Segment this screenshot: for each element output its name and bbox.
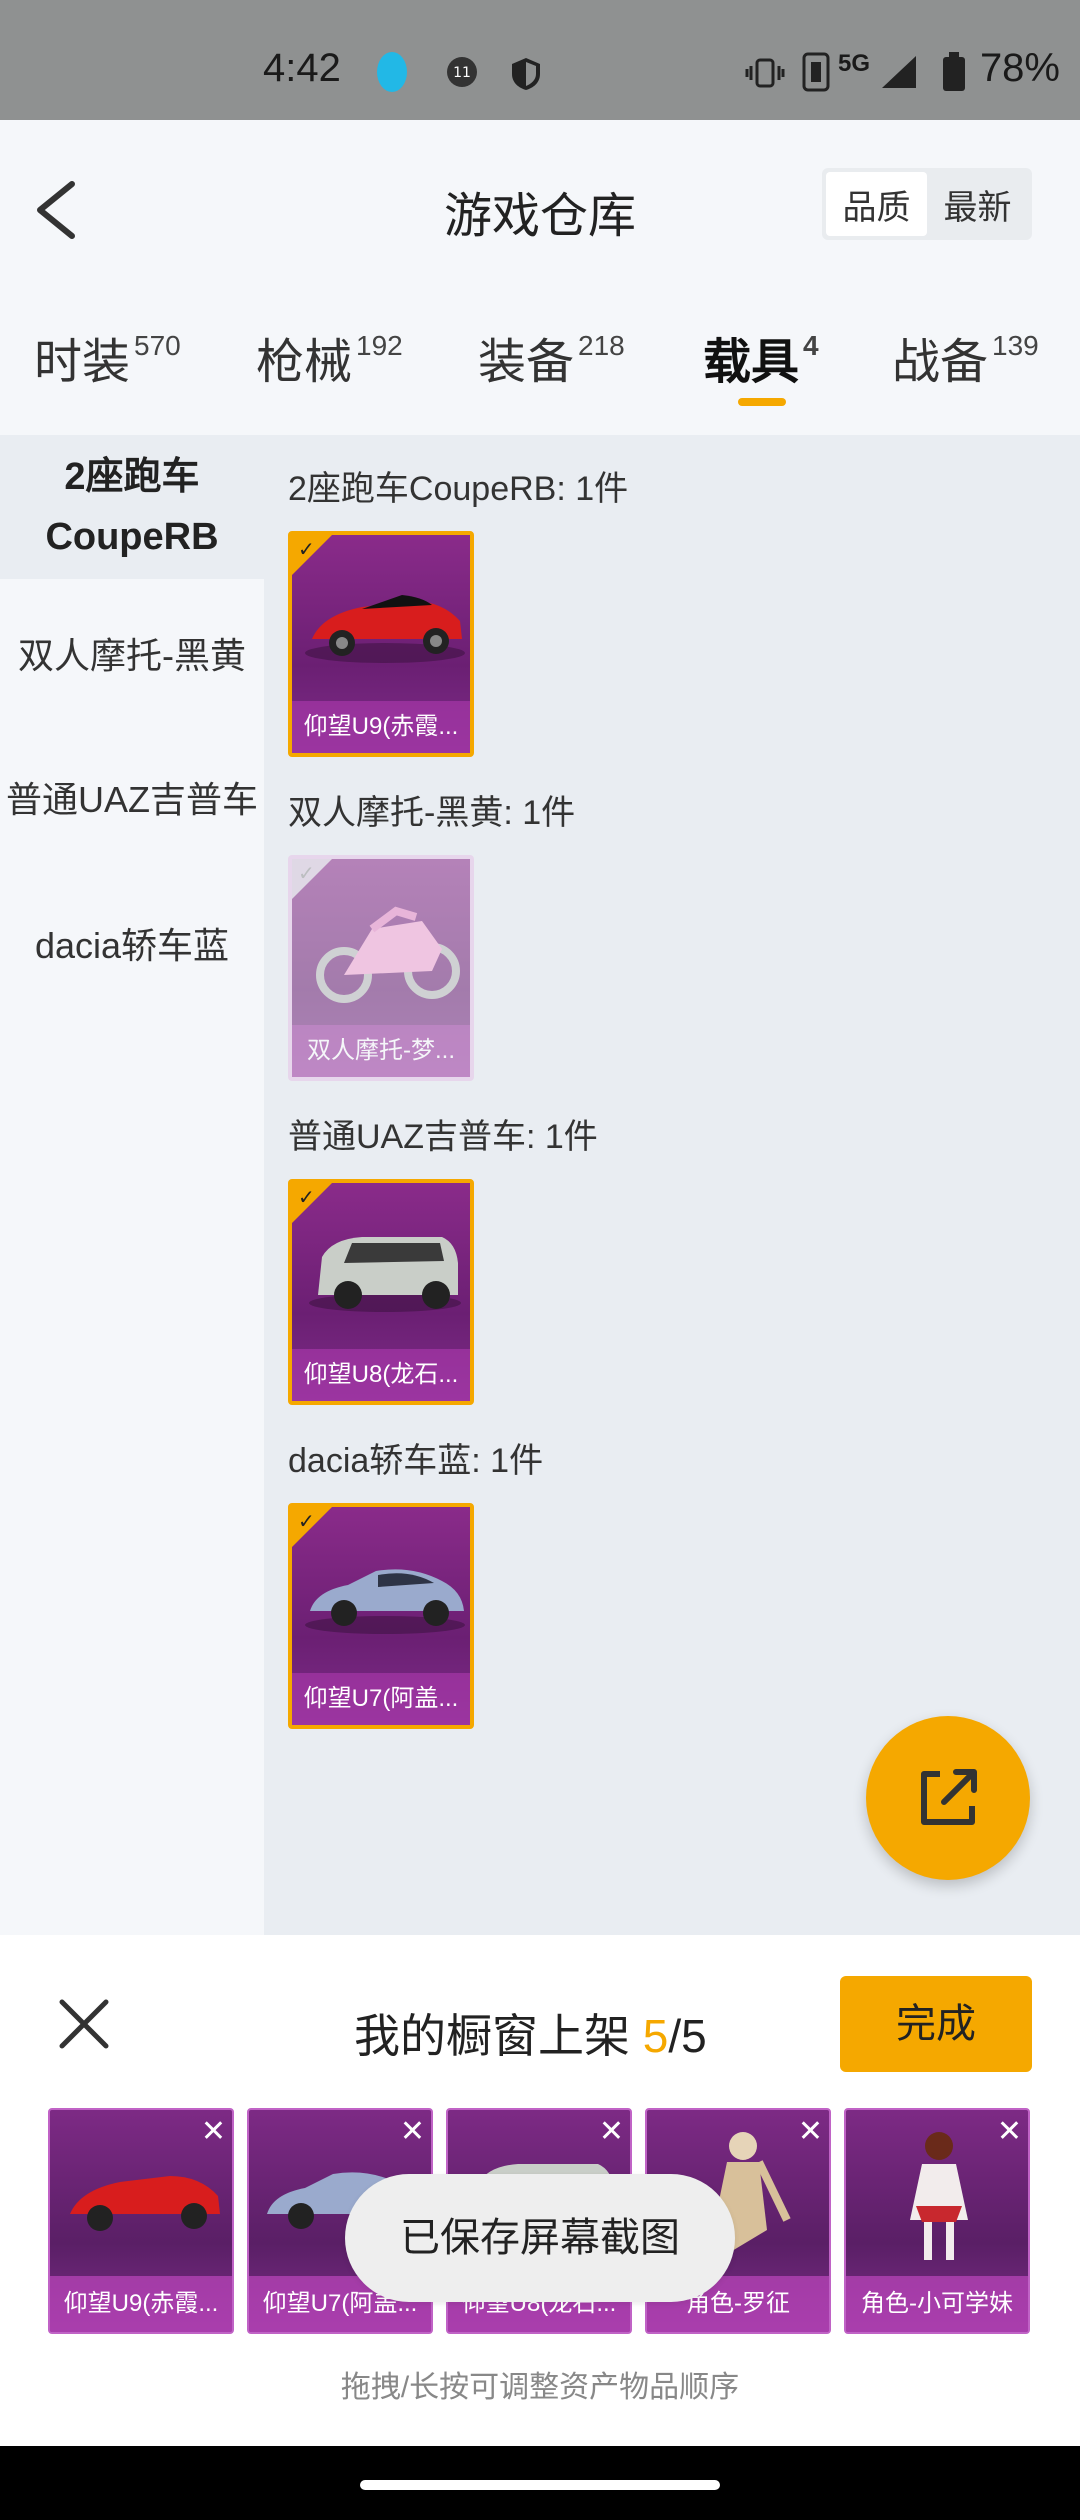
group-title: 2座跑车CoupeRB: 1件 [288, 470, 629, 508]
vibrate-icon [745, 58, 785, 88]
remove-icon[interactable]: ✕ [798, 2114, 823, 2149]
sort-toggle: 品质 最新 [822, 168, 1032, 240]
sidebar-item-uaz[interactable]: 普通UAZ吉普车 [0, 771, 264, 823]
tab-supplies[interactable]: 战备 139 [892, 322, 1039, 392]
screenshot-saved-toast: 已保存屏幕截图 [345, 2174, 735, 2302]
share-icon [921, 1769, 977, 1825]
qq-notification-icon [377, 52, 407, 92]
sim-icon [802, 52, 830, 92]
shelf-item-label: 角色-小可学妹 [846, 2276, 1028, 2332]
group-title: dacia轿车蓝: 1件 [288, 1442, 544, 1480]
system-nav-bar [0, 2446, 1080, 2520]
vehicle-list: 2座跑车CoupeRB: 1件 ✓ 仰望U9(赤霞... 双人摩托-黑黄: 1件… [264, 435, 1080, 1935]
svg-text:11: 11 [453, 65, 471, 81]
battery-percent: 78% [979, 46, 1060, 90]
battery-icon [943, 52, 965, 91]
vehicle-card[interactable]: ✓ 仰望U7(阿盖... [288, 1503, 474, 1729]
vehicle-card[interactable]: ✓ 仰望U8(龙石... [288, 1179, 474, 1405]
remove-icon[interactable]: ✕ [599, 2114, 624, 2149]
group-title: 普通UAZ吉普车: 1件 [288, 1118, 598, 1156]
check-icon: ✓ [298, 1511, 315, 1533]
sort-newest-button[interactable]: 最新 [927, 172, 1028, 236]
signal-icon [882, 56, 916, 88]
sidebar-item-dacia[interactable]: dacia轿车蓝 [0, 917, 264, 969]
shield-icon [512, 58, 540, 90]
vehicle-card-label: 仰望U9(赤霞... [292, 701, 470, 753]
sheet-total: /5 [668, 2010, 707, 2062]
check-icon: ✓ [298, 863, 315, 885]
vehicle-card[interactable]: ✓ 仰望U9(赤霞... [288, 531, 474, 757]
vehicle-card-label: 仰望U8(龙石... [292, 1349, 470, 1401]
sort-quality-button[interactable]: 品质 [826, 172, 927, 236]
close-icon[interactable] [58, 1998, 110, 2050]
vehicle-card-label: 仰望U7(阿盖... [292, 1673, 470, 1725]
check-icon: ✓ [298, 1187, 315, 1209]
active-tab-indicator [738, 398, 786, 406]
sheet-title: 我的橱窗上架 5/5 [354, 2010, 707, 2062]
home-gesture-bar[interactable] [360, 2480, 720, 2490]
app-bar: 游戏仓库 品质 最新 [0, 120, 1080, 280]
group-title: 双人摩托-黑黄: 1件 [288, 794, 576, 832]
share-button[interactable] [866, 1716, 1030, 1880]
shelf-item-label: 仰望U9(赤霞... [50, 2276, 232, 2332]
sheet-count: 5 [642, 2010, 669, 2062]
remove-icon[interactable]: ✕ [400, 2114, 425, 2149]
status-bar: 4:42 11 5G 78% [0, 0, 1080, 120]
check-icon: ✓ [298, 539, 315, 561]
sidebar-item-motorbike[interactable]: 双人摩托-黑黄 [0, 627, 264, 679]
network-type: 5G [838, 50, 871, 77]
tab-equipment[interactable]: 装备 218 [478, 322, 625, 392]
reorder-hint: 拖拽/长按可调整资产物品顺序 [340, 2371, 740, 2404]
tab-vehicles[interactable]: 载具 4 [703, 322, 819, 392]
remove-icon[interactable]: ✕ [201, 2114, 226, 2149]
shelf-item[interactable]: ✕ 角色-小可学妹 [844, 2108, 1030, 2334]
tab-fashion[interactable]: 时装 570 [34, 322, 181, 392]
status-time: 4:42 [263, 46, 341, 90]
tab-guns[interactable]: 枪械 192 [256, 322, 403, 392]
notification-badge-icon: 11 [447, 57, 477, 87]
vehicle-card-label: 双人摩托-梦... [292, 1025, 470, 1077]
vehicle-sidebar: 2座跑车 CoupeRB 双人摩托-黑黄 普通UAZ吉普车 dacia轿车蓝 [0, 435, 264, 1935]
vehicle-card[interactable]: ✓ 双人摩托-梦... [288, 855, 474, 1081]
shelf-item[interactable]: ✕ 仰望U9(赤霞... [48, 2108, 234, 2334]
remove-icon[interactable]: ✕ [997, 2114, 1022, 2149]
sidebar-item-coupe[interactable]: 2座跑车 CoupeRB [0, 435, 264, 579]
done-button[interactable]: 完成 [840, 1976, 1032, 2072]
category-tabs: 时装 570 枪械 192 装备 218 载具 4 战备 139 [0, 280, 1080, 435]
